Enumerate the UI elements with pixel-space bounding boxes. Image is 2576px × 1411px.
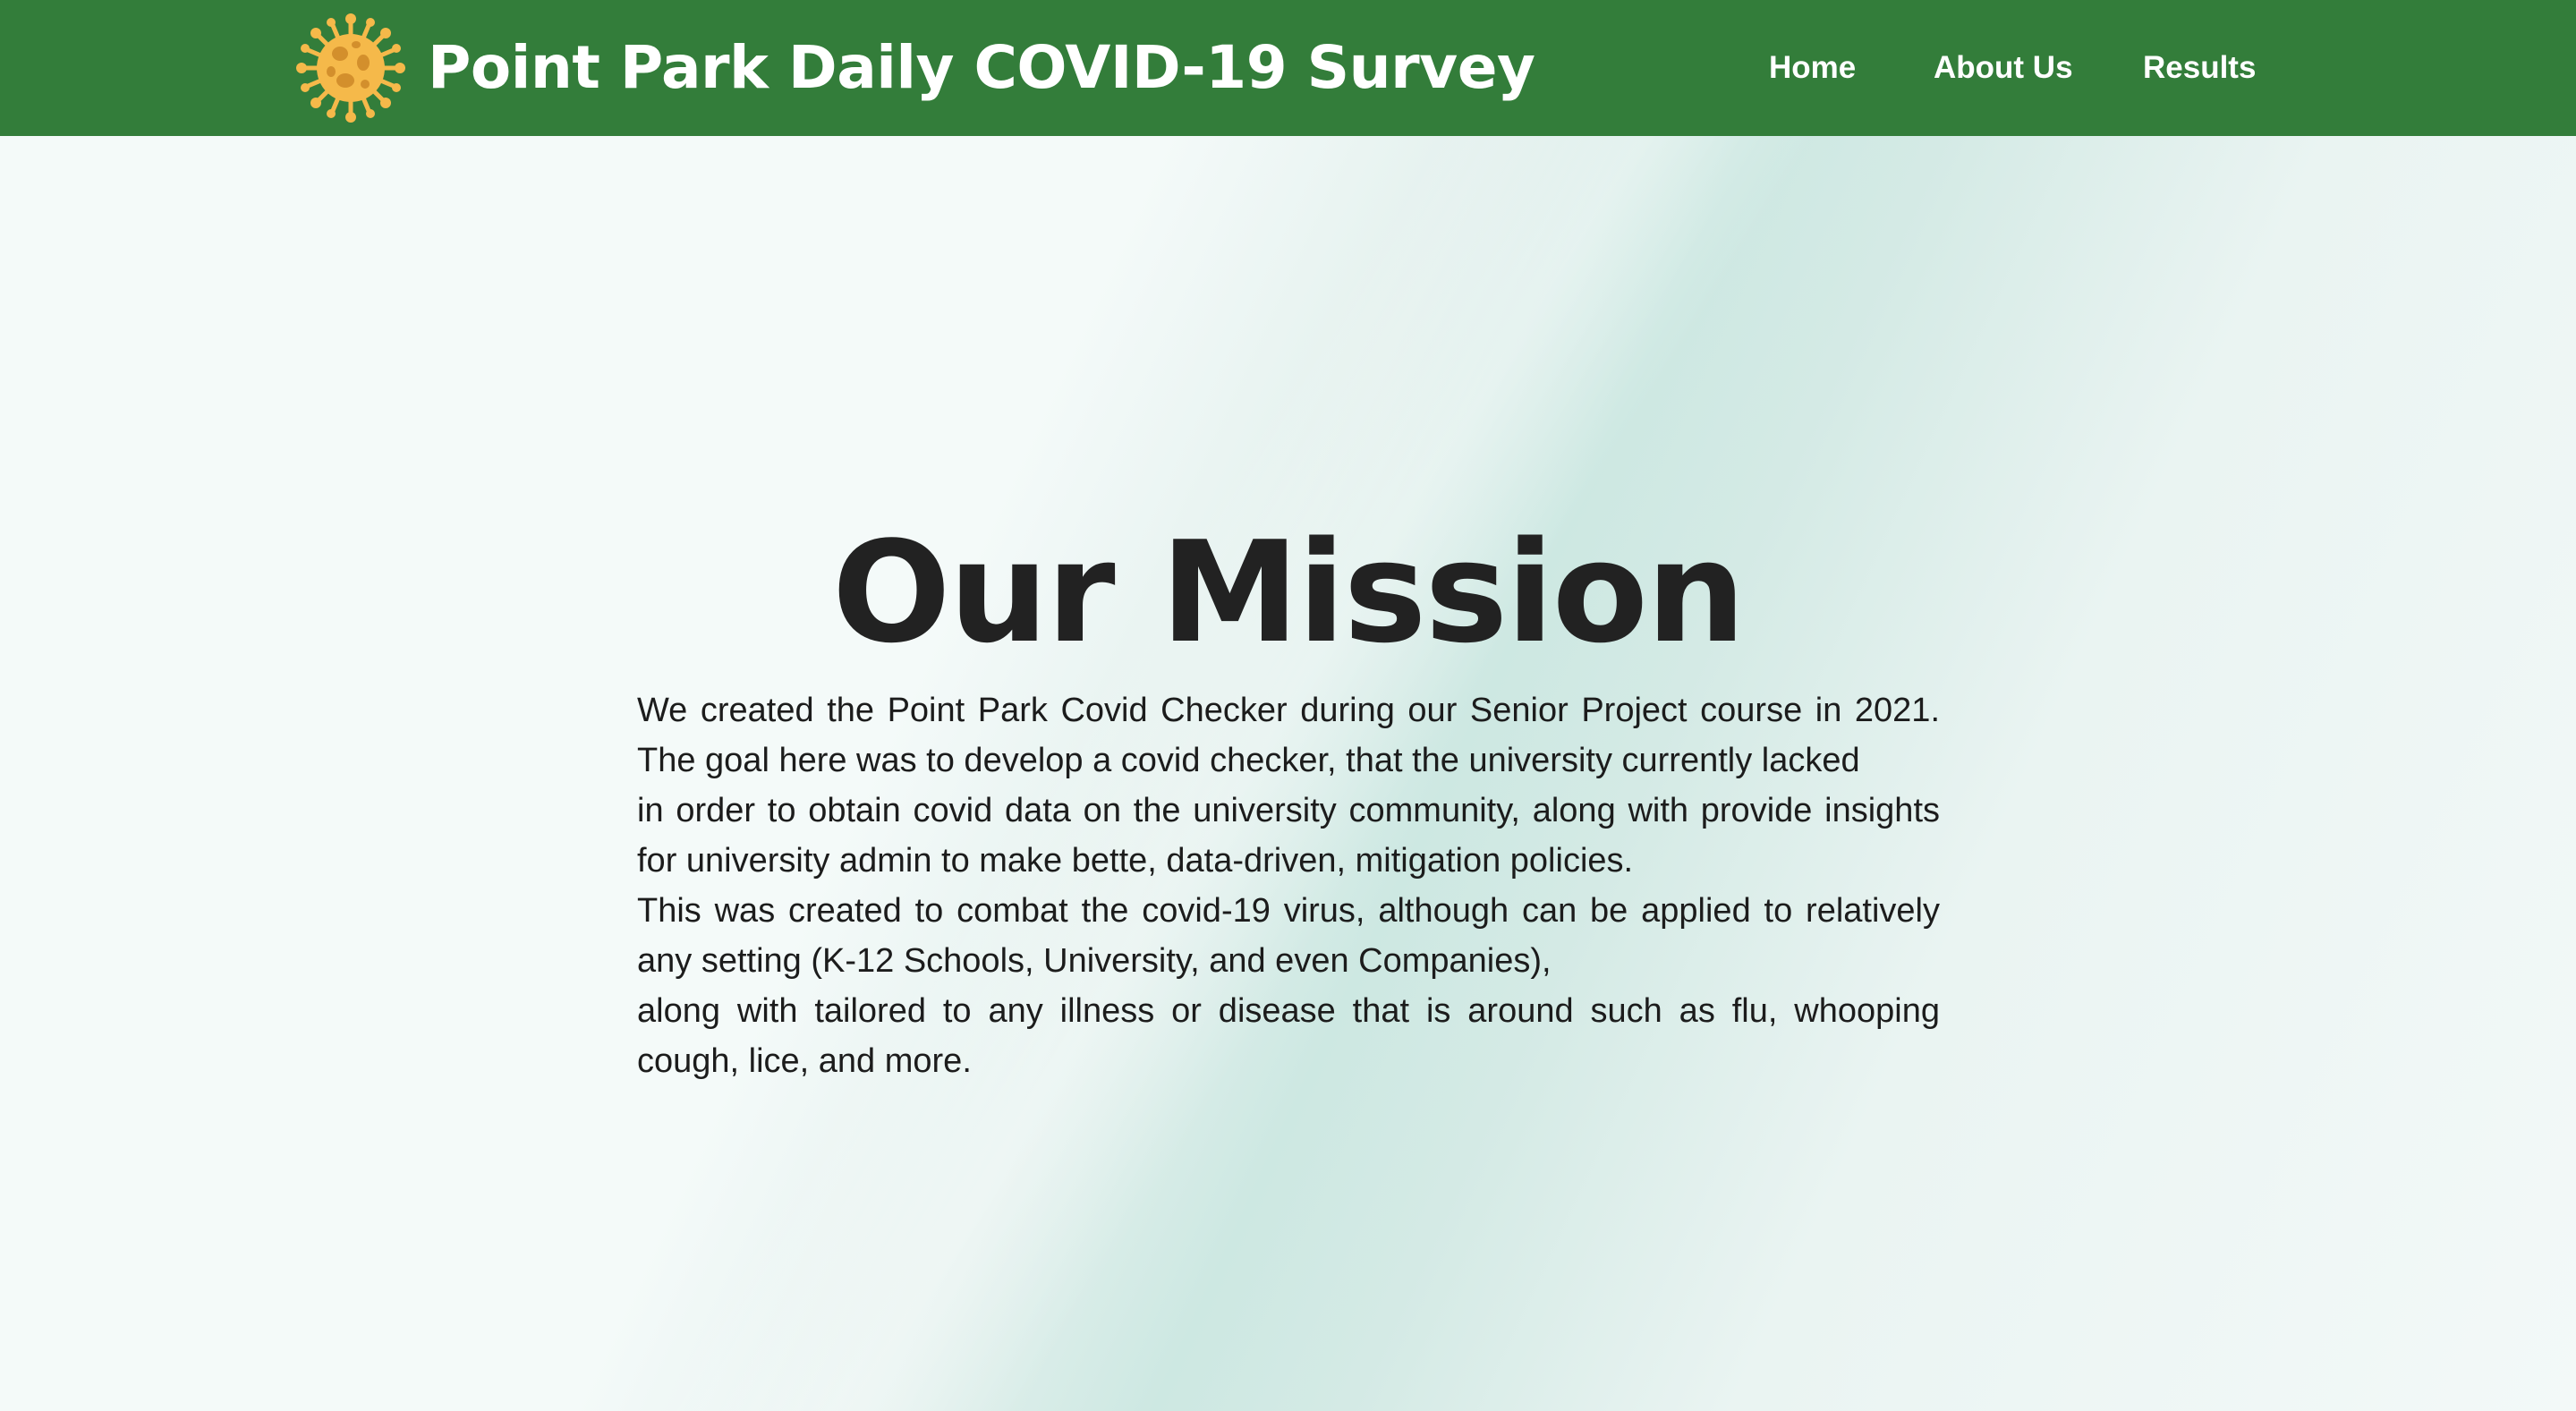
nav-link-about-us[interactable]: About Us — [1934, 41, 2073, 95]
virus-icon[interactable] — [295, 13, 406, 123]
nav-link-home[interactable]: Home — [1769, 41, 1856, 95]
nav-link-results[interactable]: Results — [2143, 41, 2256, 95]
mission-section: Our Mission We created the Point Park Co… — [0, 136, 2576, 1411]
mission-paragraph-2: in order to obtain covid data on the uni… — [637, 792, 1940, 880]
mission-paragraph-1: We created the Point Park Covid Checker … — [637, 692, 1940, 779]
mission-text: We created the Point Park Covid Checker … — [637, 685, 1940, 1086]
mission-heading: Our Mission — [831, 511, 1746, 674]
top-navbar: Point Park Daily COVID-19 Survey Home Ab… — [0, 0, 2576, 136]
mission-paragraph-3: This was created to combat the covid-19 … — [637, 892, 1940, 980]
mission-paragraph-4: along with tailored to any illness or di… — [637, 992, 1940, 1080]
site-title[interactable]: Point Park Daily COVID-19 Survey — [428, 27, 1535, 109]
